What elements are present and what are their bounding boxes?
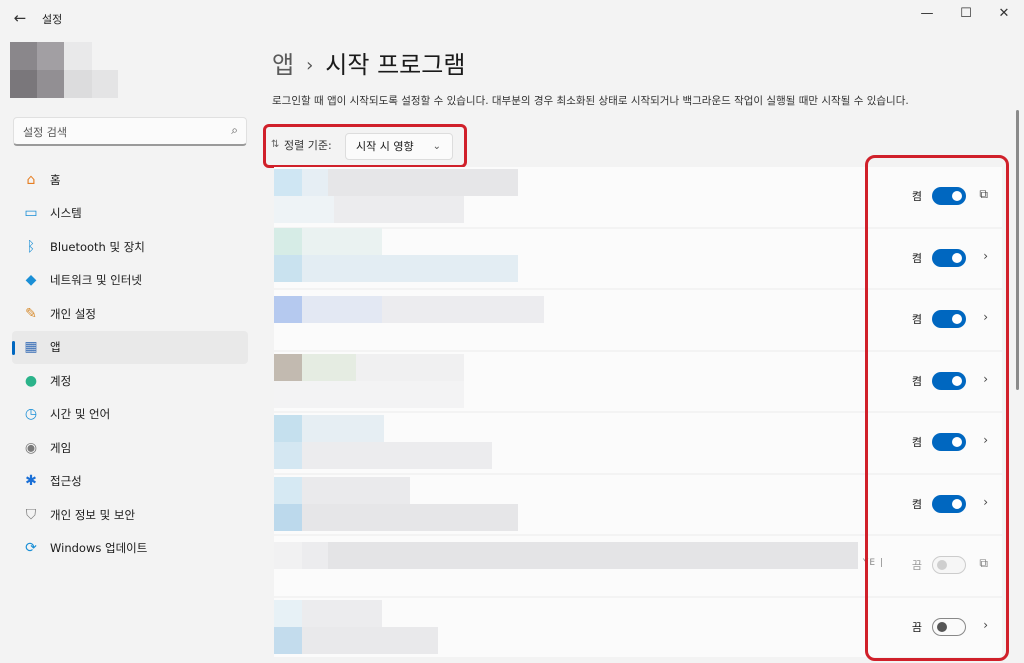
sidebar-item-label: 앱	[50, 340, 61, 355]
update-icon: ⟳	[25, 540, 37, 557]
app-name-blurred	[274, 296, 302, 323]
sidebar-item[interactable]: ▭ 시스템	[12, 197, 248, 231]
app-name-blurred	[302, 227, 382, 255]
chevron-right-icon: ›	[306, 55, 314, 76]
app-name-blurred	[328, 169, 518, 196]
sidebar-item-label: 시간 및 언어	[50, 407, 111, 422]
sidebar-item[interactable]: ⌂ 홈	[12, 163, 248, 197]
profile-avatar[interactable]	[10, 42, 120, 100]
app-name-blurred	[274, 503, 302, 531]
sidebar-item[interactable]: ◆ 네트워크 및 인터넷	[12, 264, 248, 298]
account-icon: ●	[24, 372, 38, 389]
bluetooth-icon: ᛒ	[26, 238, 36, 255]
sort-icon: ⇅	[271, 139, 280, 150]
back-arrow-icon[interactable]: ←	[10, 8, 30, 28]
settings-search[interactable]: ⌕	[13, 117, 247, 146]
page-description: 로그인할 때 앱이 시작되도록 설정할 수 있습니다. 대부분의 경우 최소화된…	[272, 95, 909, 107]
sidebar-item[interactable]: ᛒ Bluetooth 및 장치	[12, 230, 248, 264]
app-name-blurred	[356, 353, 464, 381]
app-name-blurred	[302, 415, 384, 442]
sidebar-item[interactable]: ▦ 앱	[12, 330, 248, 364]
app-name-blurred	[302, 599, 382, 627]
app-name-blurred	[274, 227, 302, 255]
sidebar-item-label: 개인 설정	[50, 306, 96, 321]
search-input[interactable]	[23, 123, 218, 141]
app-name-blurred	[274, 169, 302, 196]
maximize-icon[interactable]: ☐	[951, 4, 981, 24]
highlight-box-toggles	[865, 155, 1009, 661]
window-title: 설정	[42, 13, 63, 26]
app-name-blurred	[274, 442, 302, 469]
app-name-blurred	[274, 599, 302, 627]
app-name-blurred	[302, 353, 356, 381]
sidebar-item-label: 네트워크 및 인터넷	[50, 273, 142, 288]
app-name-blurred	[274, 353, 302, 381]
shield-icon: ⛉	[25, 506, 37, 523]
home-icon: ⌂	[26, 171, 36, 188]
app-name-blurred	[334, 196, 464, 223]
app-name-blurred	[382, 296, 544, 323]
sidebar-item-label: 접근성	[50, 474, 82, 489]
sidebar-item-label: 게임	[50, 440, 72, 455]
sidebar-item-label: 시스템	[50, 206, 82, 221]
wifi-icon: ◆	[25, 272, 37, 289]
sidebar-item[interactable]: ⛉ 개인 정보 및 보안	[12, 498, 248, 532]
search-icon[interactable]: ⌕	[231, 123, 238, 138]
globe-clock-icon: ◷	[24, 406, 38, 423]
gamepad-icon: ◉	[24, 439, 38, 456]
sidebar-item[interactable]: ✱ 접근성	[12, 465, 248, 499]
app-name-blurred	[274, 254, 302, 282]
app-name-blurred	[302, 476, 410, 504]
sidebar-item[interactable]: ✎ 개인 설정	[12, 297, 248, 331]
app-name-blurred	[302, 169, 328, 196]
minimize-icon[interactable]: —	[912, 4, 942, 24]
apps-icon: ▦	[24, 339, 38, 356]
sidebar-item-label: Windows 업데이트	[50, 541, 148, 556]
app-name-blurred	[274, 415, 302, 442]
app-name-blurred	[274, 476, 302, 504]
sort-selected-value: 시작 시 영향	[356, 140, 414, 153]
app-name-blurred	[274, 380, 464, 408]
sidebar-item[interactable]: ◉ 게임	[12, 431, 248, 465]
system-icon: ▭	[24, 205, 38, 222]
sidebar-nav: ⌂ 홈 ▭ 시스템 ᛒ Bluetooth 및 장치 ◆ 네트워크 및 인터넷 ✎ 개인 설정 ▦ 앱…	[12, 163, 248, 565]
app-name-blurred	[274, 626, 302, 654]
app-name-blurred	[302, 503, 518, 531]
sidebar-item[interactable]: ◷ 시간 및 언어	[12, 398, 248, 432]
accessibility-icon: ✱	[25, 473, 37, 490]
sort-dropdown[interactable]: 시작 시 영향 ⌄	[345, 133, 453, 160]
sidebar-item-label: 홈	[50, 172, 61, 187]
chevron-down-icon: ⌄	[432, 141, 441, 152]
sidebar-item-label: Bluetooth 및 장치	[50, 239, 145, 254]
sort-label: 정렬 기준:	[284, 139, 332, 152]
app-name-blurred	[302, 442, 492, 469]
sidebar-item[interactable]: ⟳ Windows 업데이트	[12, 532, 248, 566]
app-name-blurred	[274, 196, 334, 223]
sidebar-item-label: 개인 정보 및 보안	[50, 507, 136, 522]
app-name-blurred	[274, 542, 302, 569]
title-bar: ← 설정 — ☐ ✕	[0, 0, 1024, 34]
breadcrumb-parent[interactable]: 앱	[272, 51, 294, 79]
page-title: 시작 프로그램	[325, 51, 466, 79]
brush-icon: ✎	[25, 305, 37, 322]
app-name-blurred	[302, 296, 382, 323]
sidebar-item-label: 계정	[50, 373, 72, 388]
close-icon[interactable]: ✕	[989, 4, 1019, 24]
sidebar-item[interactable]: ● 계정	[12, 364, 248, 398]
scrollbar[interactable]	[1016, 110, 1019, 390]
breadcrumb: 앱 › 시작 프로그램	[272, 45, 465, 80]
app-name-blurred	[302, 254, 518, 282]
app-name-blurred	[328, 542, 858, 569]
app-name-blurred	[302, 626, 438, 654]
